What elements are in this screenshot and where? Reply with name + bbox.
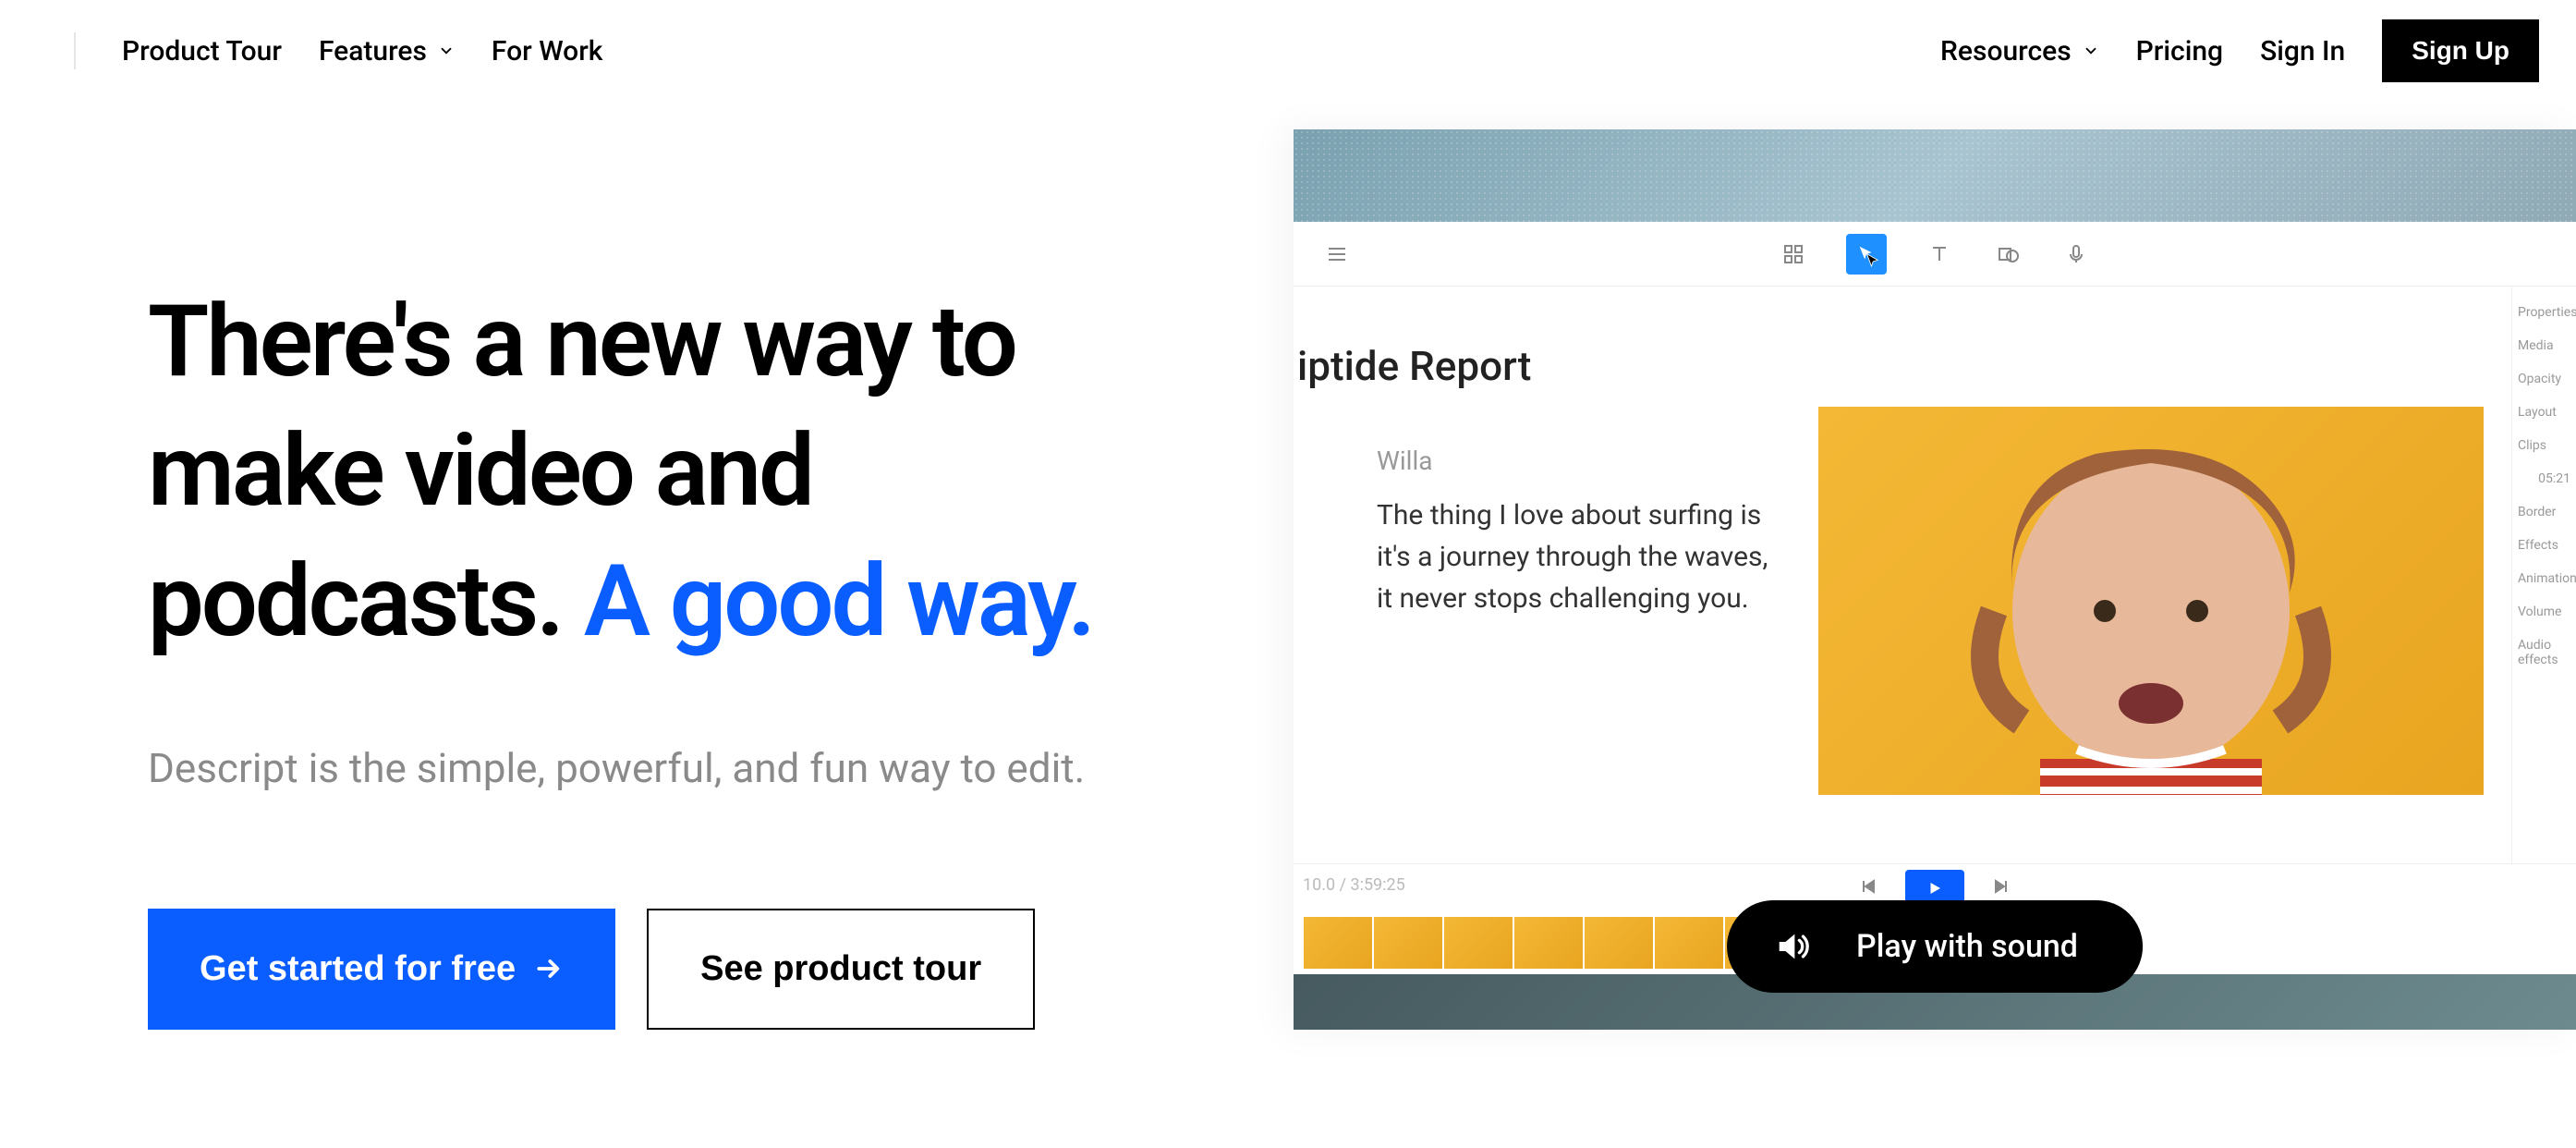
clip-thumb[interactable]	[1584, 916, 1654, 970]
document-title[interactable]: iptide Report	[1297, 342, 1772, 390]
time-readout: 10.0 / 3:59:25	[1303, 875, 1405, 895]
headline-accent: A good way.	[584, 543, 1093, 660]
sidebar-clips[interactable]: Clips	[2518, 438, 2570, 453]
play-icon	[1926, 880, 1943, 897]
header-right: Resources Pricing Sign In Sign Up	[1940, 19, 2539, 82]
nav-label: Features	[319, 35, 427, 67]
mic-icon[interactable]	[2060, 238, 2092, 270]
play-with-sound-button[interactable]: Play with sound	[1727, 900, 2143, 993]
sidebar-layout[interactable]: Layout	[2518, 405, 2570, 420]
sidebar-animation[interactable]: Animation	[2518, 571, 2570, 586]
clip-thumb[interactable]	[1654, 916, 1724, 970]
sidebar-border[interactable]: Border	[2518, 505, 2570, 519]
nav-pricing[interactable]: Pricing	[2136, 35, 2223, 67]
sign-up-button[interactable]: Sign Up	[2382, 19, 2539, 82]
nav-resources[interactable]: Resources	[1940, 35, 2099, 67]
sidebar-properties[interactable]: Properties	[2518, 305, 2570, 320]
app-toolbar	[1294, 222, 2576, 287]
app-window: iptide Report Willa The thing I love abo…	[1294, 129, 2576, 1030]
chevron-down-icon	[438, 43, 455, 59]
sidebar-volume[interactable]: Volume	[2518, 605, 2570, 619]
clip-thumb[interactable]	[1303, 916, 1373, 970]
sound-pill-label: Play with sound	[1856, 928, 2078, 965]
nav-label: Resources	[1940, 35, 2072, 67]
speaker-label: Willa	[1377, 446, 1772, 476]
hamburger-icon[interactable]	[1321, 238, 1353, 270]
skip-forward-button[interactable]	[1990, 875, 2012, 901]
clip-thumb[interactable]	[1443, 916, 1513, 970]
app-body: iptide Report Willa The thing I love abo…	[1294, 287, 2576, 863]
get-started-button[interactable]: Get started for free	[148, 909, 615, 1030]
person-illustration	[1855, 426, 2447, 795]
properties-sidebar: Properties Media Opacity Layout Clips 05…	[2511, 287, 2576, 863]
video-thumbnail	[1818, 407, 2484, 795]
hero-left: There's a new way to make video and podc…	[0, 102, 1294, 1030]
time-total: 3:59:25	[1350, 875, 1404, 895]
nav-for-work[interactable]: For Work	[492, 35, 603, 67]
sidebar-effects[interactable]: Effects	[2518, 538, 2570, 553]
product-tour-button[interactable]: See product tour	[647, 909, 1035, 1030]
nav-sign-in[interactable]: Sign In	[2260, 35, 2345, 67]
nav-label: Product Tour	[122, 35, 282, 67]
grid-icon[interactable]	[1778, 238, 1809, 270]
app-editor: iptide Report Willa The thing I love abo…	[1294, 287, 1800, 863]
site-header: Product Tour Features For Work Resources…	[0, 0, 2576, 102]
video-preview[interactable]	[1800, 388, 2502, 863]
text-icon[interactable]	[1924, 238, 1955, 270]
sidebar-audio-effects[interactable]: Audio effects	[2518, 638, 2570, 667]
nav-features[interactable]: Features	[319, 35, 455, 67]
arrow-right-icon	[534, 954, 564, 983]
clip-thumb[interactable]	[1373, 916, 1443, 970]
hero-right: iptide Report Willa The thing I love abo…	[1294, 102, 2576, 1030]
time-current: 10.0	[1303, 875, 1335, 895]
button-label: Get started for free	[200, 949, 516, 989]
skip-back-button[interactable]	[1857, 875, 1879, 901]
speaker-icon	[1773, 928, 1810, 965]
select-tool-icon[interactable]	[1846, 234, 1887, 275]
hero-subhead: Descript is the simple, powerful, and fu…	[148, 740, 1164, 798]
time-sep: /	[1335, 875, 1350, 895]
app-top-background	[1294, 129, 2576, 222]
cta-row: Get started for free See product tour	[148, 909, 1201, 1030]
clip-thumb[interactable]	[1513, 916, 1584, 970]
toolbar-center	[1778, 234, 2092, 275]
sidebar-clips-time: 05:21	[2518, 471, 2570, 486]
sidebar-media[interactable]: Media	[2518, 338, 2570, 353]
nav-label: For Work	[492, 35, 603, 67]
hero-headline: There's a new way to make video and podc…	[148, 277, 1201, 666]
shapes-icon[interactable]	[1992, 238, 2023, 270]
transcript-text[interactable]: The thing I love about surfing is it's a…	[1377, 495, 1772, 619]
nav-product-tour[interactable]: Product Tour	[122, 35, 282, 67]
header-left: Product Tour Features For Work	[37, 32, 602, 69]
brand-logo[interactable]	[37, 32, 76, 69]
sidebar-opacity[interactable]: Opacity	[2518, 372, 2570, 386]
hero-section: There's a new way to make video and podc…	[0, 102, 2576, 1030]
chevron-down-icon	[2083, 43, 2099, 59]
